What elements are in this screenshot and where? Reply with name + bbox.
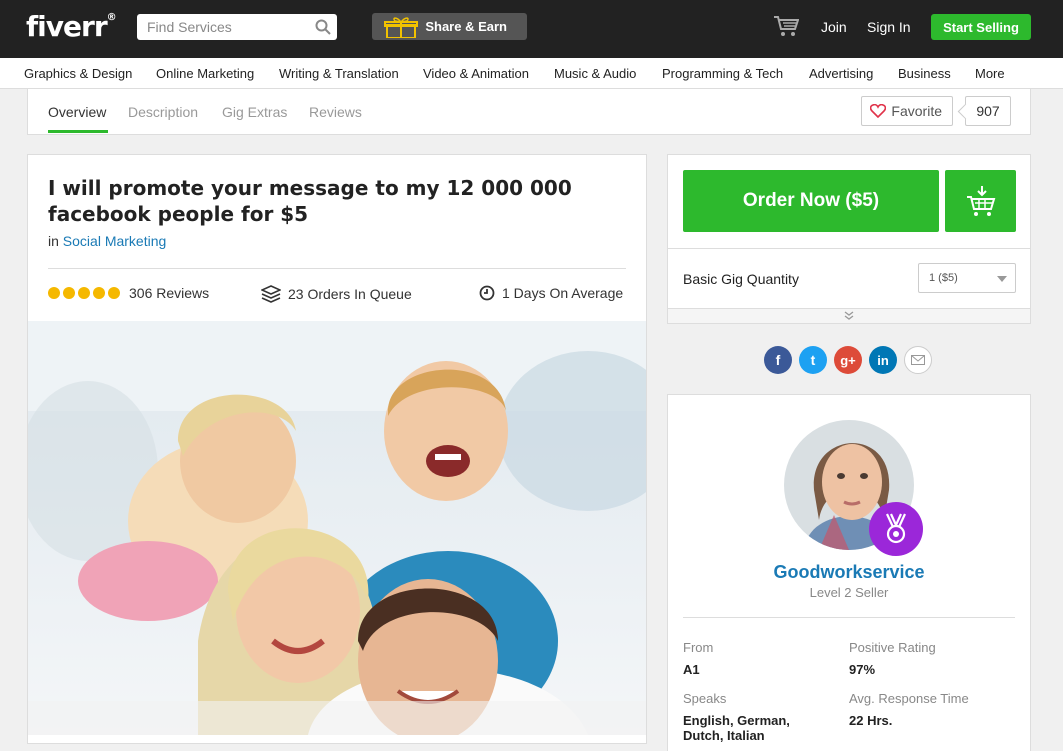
star-icon — [93, 287, 105, 299]
tab-gig-extras[interactable]: Gig Extras — [222, 104, 287, 120]
speaks-label: Speaks — [683, 691, 727, 706]
search-box — [137, 14, 337, 40]
expand-extras-toggle[interactable] — [668, 308, 1030, 323]
active-tab-indicator — [48, 130, 108, 133]
positive-rating-label: Positive Rating — [849, 640, 936, 655]
search-input[interactable] — [137, 14, 307, 40]
share-earn-label: Share & Earn — [425, 19, 507, 34]
reviews-label: 306 Reviews — [129, 285, 210, 301]
divider — [683, 617, 1015, 618]
share-earn-button[interactable]: Share & Earn — [372, 13, 527, 40]
add-to-cart-icon — [966, 186, 995, 216]
from-label: From — [683, 640, 714, 655]
category-online-marketing[interactable]: Online Marketing — [156, 66, 254, 81]
rating-stars — [48, 287, 120, 299]
order-now-button[interactable]: Order Now ($5) — [683, 170, 939, 232]
seller-level: Level 2 Seller — [809, 585, 889, 600]
tab-description[interactable]: Description — [128, 104, 198, 120]
category-programming-tech[interactable]: Programming & Tech — [662, 66, 783, 81]
gig-category-link[interactable]: Social Marketing — [63, 233, 167, 249]
favorite-button[interactable]: Favorite — [861, 96, 953, 126]
clock-icon — [479, 285, 495, 301]
add-to-cart-button[interactable] — [945, 170, 1016, 232]
response-time-label: Avg. Response Time — [849, 691, 969, 706]
layers-icon — [261, 285, 281, 303]
quantity-select[interactable]: 1 ($5) — [918, 263, 1016, 293]
tab-reviews[interactable]: Reviews — [309, 104, 362, 120]
star-icon — [108, 287, 120, 299]
fiverr-logo[interactable]: fiverr® — [26, 10, 117, 43]
from-value: A1 — [683, 662, 700, 677]
orders-queue-label: 23 Orders In Queue — [288, 286, 412, 302]
quantity-label: Basic Gig Quantity — [683, 271, 799, 287]
quantity-value: 1 ($5) — [929, 272, 958, 284]
category-music-audio[interactable]: Music & Audio — [554, 66, 636, 81]
double-chevron-down-icon — [844, 311, 854, 320]
gig-category-prefix: in — [48, 233, 59, 249]
order-card: Order Now ($5) Basic Gig Quantity 1 ($5) — [667, 154, 1031, 324]
family-photo — [28, 321, 646, 735]
gift-icon — [384, 17, 418, 38]
linkedin-share-icon[interactable]: in — [869, 346, 897, 374]
category-graphics-design[interactable]: Graphics & Design — [24, 66, 132, 81]
chevron-down-icon — [997, 276, 1007, 282]
heart-icon — [870, 104, 886, 118]
reviews-count[interactable]: 306 Reviews — [129, 285, 209, 301]
star-icon — [78, 287, 90, 299]
category-nav: Graphics & Design Online Marketing Writi… — [0, 58, 1063, 89]
gig-title: I will promote your message to my 12 000… — [48, 176, 572, 226]
top-bar: fiverr® Share & Earn Join Sign In Start … — [0, 0, 1063, 58]
divider — [48, 268, 626, 269]
gig-main-card: I will promote your message to my 12 000… — [27, 154, 647, 744]
category-video-animation[interactable]: Video & Animation — [423, 66, 529, 81]
tab-overview[interactable]: Overview — [48, 104, 106, 120]
join-link[interactable]: Join — [821, 19, 847, 35]
facebook-share-icon[interactable]: f — [764, 346, 792, 374]
search-icon[interactable] — [315, 19, 331, 35]
delivery-time: 1 Days On Average — [479, 285, 623, 301]
category-more[interactable]: More — [975, 66, 1005, 81]
seller-level-badge-icon — [869, 502, 923, 556]
category-writing-translation[interactable]: Writing & Translation — [279, 66, 399, 81]
gig-category: in Social Marketing — [48, 233, 166, 249]
google-plus-share-icon[interactable]: g+ — [834, 346, 862, 374]
favorite-label: Favorite — [891, 103, 942, 119]
divider — [668, 248, 1030, 249]
favorite-count: 907 — [965, 96, 1011, 126]
category-advertising[interactable]: Advertising — [809, 66, 873, 81]
star-icon — [63, 287, 75, 299]
star-icon — [48, 287, 60, 299]
twitter-share-icon[interactable]: t — [799, 346, 827, 374]
seller-card: Goodworkservice Level 2 Seller From A1 P… — [667, 394, 1031, 751]
gig-tabs-bar: Overview Description Gig Extras Reviews … — [27, 89, 1031, 135]
start-selling-button[interactable]: Start Selling — [931, 14, 1031, 40]
seller-name-link[interactable]: Goodworkservice — [668, 562, 1030, 583]
sign-in-link[interactable]: Sign In — [867, 19, 911, 35]
response-time-value: 22 Hrs. — [849, 713, 893, 728]
positive-rating-value: 97% — [849, 662, 876, 677]
cart-icon[interactable] — [773, 15, 799, 37]
category-business[interactable]: Business — [898, 66, 951, 81]
email-share-icon[interactable] — [904, 346, 932, 374]
orders-in-queue: 23 Orders In Queue — [261, 285, 412, 303]
delivery-label: 1 Days On Average — [502, 285, 624, 301]
gig-hero-image — [28, 321, 646, 735]
speaks-value: English, German, Dutch, Italian — [683, 713, 790, 743]
